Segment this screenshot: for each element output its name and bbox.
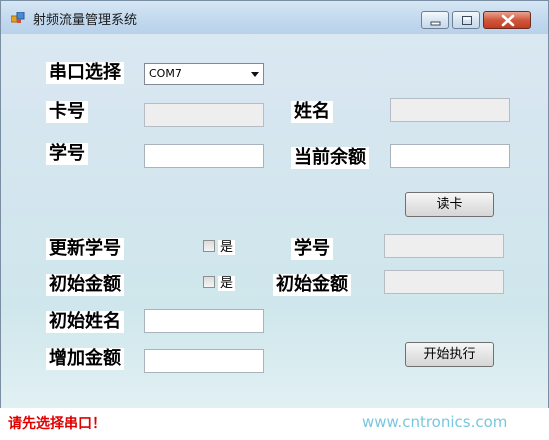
update-id-label: 更新学号 — [46, 238, 124, 260]
title-bar[interactable]: 射频流量管理系统 — [1, 1, 548, 34]
student-id-field[interactable] — [144, 144, 264, 168]
student-id-label: 学号 — [46, 143, 88, 165]
port-select-value: COM7 — [149, 67, 182, 80]
init-amount-field[interactable] — [384, 270, 504, 294]
maximize-icon — [462, 16, 472, 25]
port-select-dropdown[interactable]: COM7 — [144, 63, 264, 85]
status-message: 请先选择串口！ — [8, 416, 106, 432]
port-select-label: 串口选择 — [46, 62, 124, 84]
read-card-button[interactable]: 读卡 — [405, 192, 494, 217]
init-name-label: 初始姓名 — [46, 311, 124, 333]
balance-field[interactable] — [390, 144, 510, 168]
app-icon — [11, 12, 25, 23]
checkbox-icon — [203, 276, 215, 288]
card-no-label: 卡号 — [46, 101, 88, 123]
card-no-field[interactable] — [144, 103, 264, 127]
app-window: 射频流量管理系统 串口选择 COM7 卡号 姓名 学号 当前余额 读卡 更新学号… — [0, 0, 549, 440]
name-field[interactable] — [390, 98, 510, 122]
add-amount-field[interactable] — [144, 349, 264, 373]
close-button[interactable] — [483, 11, 531, 29]
maximize-button[interactable] — [452, 11, 480, 29]
minimize-icon — [430, 21, 441, 26]
update-id-checkbox-label: 是 — [218, 240, 236, 255]
window-title: 射频流量管理系统 — [33, 13, 138, 28]
update-id-field[interactable] — [384, 234, 504, 258]
init-amount-checkbox-label: 是 — [218, 276, 236, 291]
init-name-field[interactable] — [144, 309, 264, 333]
name-label: 姓名 — [291, 101, 333, 123]
start-execute-button[interactable]: 开始执行 — [405, 342, 494, 367]
chevron-down-icon — [251, 72, 259, 77]
update-id-checkbox[interactable]: 是 — [203, 239, 236, 257]
watermark-text: www.cntronics.com — [362, 413, 508, 431]
update-id-field-label: 学号 — [291, 238, 333, 260]
init-amount-checkbox[interactable]: 是 — [203, 275, 236, 293]
minimize-button[interactable] — [421, 11, 449, 29]
balance-label: 当前余额 — [291, 147, 369, 169]
close-icon — [501, 14, 515, 27]
add-amount-label: 增加金额 — [46, 348, 124, 370]
init-amount-label: 初始金额 — [46, 274, 124, 296]
checkbox-icon — [203, 240, 215, 252]
init-amount-field-label: 初始金额 — [273, 274, 351, 296]
